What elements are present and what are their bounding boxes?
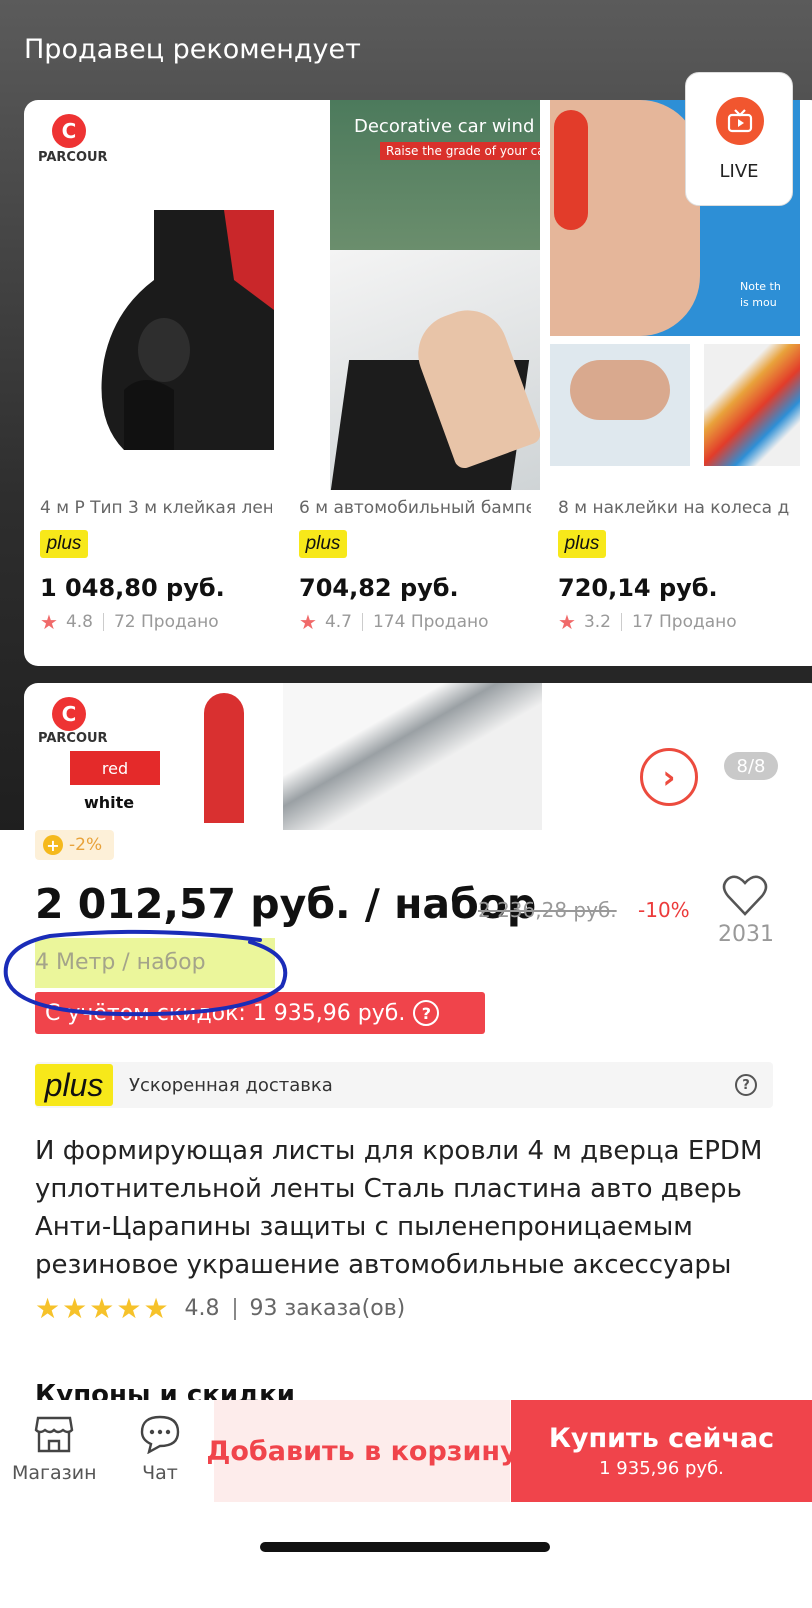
star-icon: ★	[299, 610, 317, 634]
star-icon: ★	[89, 1292, 115, 1325]
star-icon: ★	[40, 610, 58, 634]
product-price: 2 012,57 руб. / набор	[35, 880, 537, 928]
product-meta: ★ 4.7 174 Продано	[299, 610, 489, 634]
star-icon: ★	[35, 1292, 61, 1325]
buy-now-label: Купить сейчас	[548, 1423, 775, 1454]
product-gallery[interactable]: C PARCOUR red white	[24, 683, 812, 830]
plus-logo: plus	[35, 1064, 113, 1106]
product-sold: 72 Продано	[113, 612, 219, 632]
section-title: Продавец рекомендует	[24, 34, 361, 65]
coin-discount-chip: + -2%	[35, 830, 115, 860]
hand-drawn-circle-annotation	[3, 929, 288, 1017]
product-price: 704,82 руб.	[299, 574, 459, 602]
recommend-product-2[interactable]: Decorative car wind Raise the grade of y…	[283, 100, 540, 666]
store-icon	[34, 1416, 74, 1453]
divider	[361, 613, 363, 631]
parcour-logo-icon: C	[52, 697, 86, 731]
banner-text: Decorative car wind	[354, 116, 535, 137]
add-to-cart-button[interactable]: Добавить в корзину	[206, 1400, 518, 1502]
product-meta: ★ 4.8 72 Продано	[40, 610, 219, 634]
shop-tab[interactable]: Магазин	[12, 1414, 97, 1484]
note-text: Note th	[740, 280, 781, 293]
star-icon: ★	[116, 1292, 142, 1325]
help-icon[interactable]: ?	[735, 1074, 757, 1096]
shop-label: Магазин	[12, 1462, 97, 1484]
product-name: 6 м автомобильный бампер	[299, 498, 531, 518]
parcour-logo-icon: C	[52, 114, 86, 148]
product-meta: ★ 3.2 17 Продано	[558, 610, 737, 634]
coin-icon: +	[43, 835, 63, 855]
star-icon: ★	[62, 1292, 88, 1325]
delivery-text: Ускоренная доставка	[129, 1074, 333, 1096]
product-title: И формирующая листы для кровли 4 м дверц…	[35, 1136, 763, 1280]
brand-label: PARCOUR	[38, 731, 108, 746]
product-name: 4 м P Тип 3 м клейкая лента	[40, 498, 272, 518]
orders-count: 93 заказа(ов)	[249, 1296, 406, 1321]
wishlist-count: 2031	[718, 922, 774, 947]
star-half-icon: ★	[143, 1292, 169, 1325]
brand-label: PARCOUR	[38, 150, 108, 165]
chat-label: Чат	[142, 1462, 178, 1484]
rating-value: 4.8	[184, 1296, 220, 1321]
next-arrow-button[interactable]: ›	[640, 748, 698, 806]
recommend-product-1[interactable]: C PARCOUR 4 м P Тип 3 м клейкая лента pl…	[24, 100, 274, 666]
product-image: C PARCOUR	[24, 100, 274, 490]
seal-strip-image	[101, 210, 274, 450]
product-rating: 4.7	[324, 612, 352, 632]
product-price: 720,14 руб.	[558, 574, 718, 602]
product-name: 8 м наклейки на колеса для	[558, 498, 790, 518]
help-icon: ?	[413, 1000, 440, 1026]
wishlist-heart-icon[interactable]	[722, 874, 768, 922]
product-sold: 174 Продано	[372, 612, 489, 632]
product-image: Decorative car wind Raise the grade of y…	[330, 100, 540, 490]
live-label: LIVE	[719, 161, 759, 182]
buy-now-price: 1 935,96 руб.	[599, 1458, 724, 1479]
divider	[620, 613, 622, 631]
product-rating: 3.2	[583, 612, 611, 632]
note-text-2: is mou	[740, 296, 777, 309]
banner-subtext: Raise the grade of your ca	[380, 142, 540, 160]
discount-percent: -10%	[638, 898, 690, 922]
color-white-label: white	[84, 793, 135, 812]
image-counter: 8/8	[724, 752, 778, 780]
rating-stars: ★ ★ ★ ★ ★	[35, 1292, 171, 1325]
color-red-label: red	[70, 751, 160, 785]
live-button[interactable]: LIVE	[685, 72, 793, 206]
live-tv-icon	[716, 97, 764, 145]
coin-discount-value: -2%	[69, 835, 103, 855]
divider	[233, 1297, 236, 1320]
divider	[102, 613, 104, 631]
seal-image	[204, 693, 244, 823]
star-icon: ★	[558, 610, 576, 634]
bottom-action-bar: Магазин Чат Добавить в корзину Купить се…	[0, 1400, 812, 1608]
product-sold: 17 Продано	[631, 612, 737, 632]
buy-now-button[interactable]: Купить сейчас 1 935,96 руб.	[511, 1400, 812, 1502]
rating-row[interactable]: ★ ★ ★ ★ ★ 4.8 93 заказа(ов)	[35, 1292, 405, 1325]
plus-badge: plus	[299, 530, 347, 558]
car-image	[283, 683, 542, 830]
plus-badge: plus	[40, 530, 88, 558]
chat-icon	[140, 1415, 180, 1455]
chat-tab[interactable]: Чат	[132, 1414, 188, 1484]
delivery-row[interactable]: plus Ускоренная доставка ?	[35, 1062, 773, 1108]
product-rating: 4.8	[65, 612, 93, 632]
plus-badge: plus	[558, 530, 606, 558]
product-price: 1 048,80 руб.	[40, 574, 225, 602]
original-price: 2 236,28 руб.	[478, 898, 617, 922]
home-indicator	[260, 1542, 550, 1552]
